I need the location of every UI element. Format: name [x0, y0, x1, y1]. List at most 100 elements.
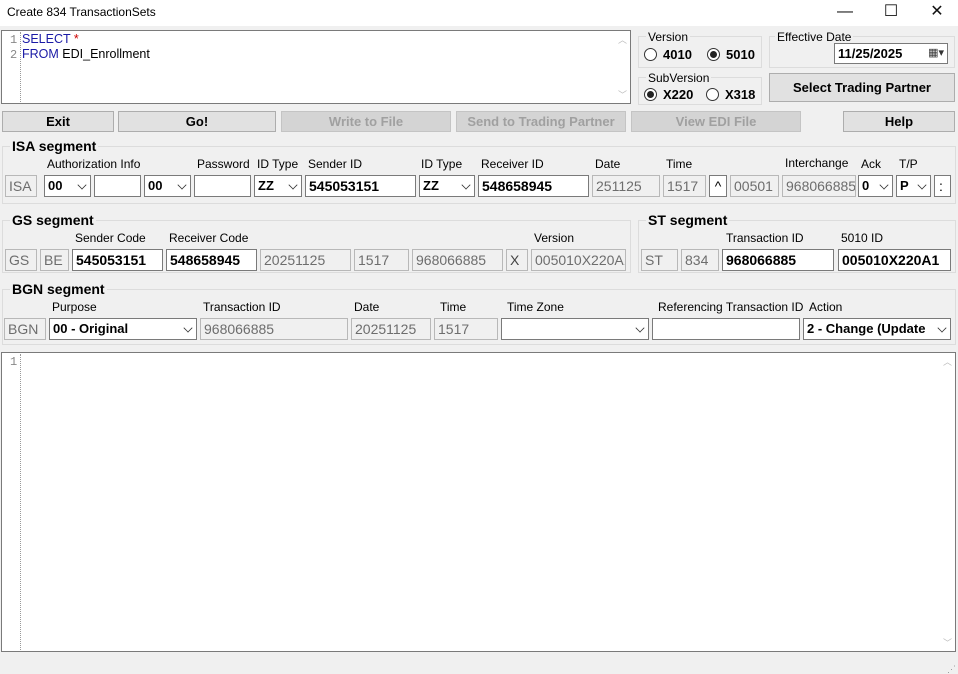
isa-seg-field[interactable]: ISA: [5, 175, 37, 197]
chevron-down-icon: [937, 323, 947, 333]
exit-button[interactable]: Exit: [2, 111, 114, 132]
sender-qualifier-value: ZZ: [258, 178, 274, 193]
version-4010-radio[interactable]: [644, 48, 657, 61]
gs-agency-field[interactable]: X: [506, 249, 528, 271]
sender-qualifier-select[interactable]: ZZ: [254, 175, 302, 197]
version-5010-radio[interactable]: [707, 48, 720, 61]
auth-qualifier-select[interactable]: 00: [44, 175, 91, 197]
sender-id-type-label: ID Type: [257, 157, 299, 171]
close-button[interactable]: ✕: [914, 0, 958, 26]
send-to-trading-partner-button[interactable]: Send to Trading Partner: [456, 111, 626, 132]
st-segment-title: ST segment: [646, 212, 730, 228]
auth-info-input[interactable]: [94, 175, 141, 197]
effective-date-picker[interactable]: 11/25/2025 ▦▾: [834, 43, 948, 64]
bgn-purpose-value: 00 - Original: [53, 321, 129, 336]
chevron-down-icon: [461, 180, 471, 190]
chevron-down-icon: [635, 323, 645, 333]
bgn-purpose-select[interactable]: 00 - Original: [49, 318, 197, 340]
bgn-ref-transaction-id-input[interactable]: [652, 318, 800, 340]
query-line-2: FROM EDI_Enrollment: [22, 47, 150, 61]
go-button[interactable]: Go!: [118, 111, 276, 132]
st-5010-id-input[interactable]: 005010X220A1: [838, 249, 951, 271]
scroll-down-icon[interactable]: ﹀: [943, 636, 952, 649]
st-transaction-id-label: Transaction ID: [726, 231, 804, 245]
gutter-line: [20, 354, 21, 650]
chevron-down-icon: [879, 180, 889, 190]
receiver-id-label: Receiver ID: [481, 157, 544, 171]
write-to-file-button[interactable]: Write to File: [281, 111, 451, 132]
isa-date-field[interactable]: 251125: [592, 175, 660, 197]
minimize-button[interactable]: —: [822, 0, 868, 26]
st-seg-field[interactable]: ST: [641, 249, 678, 271]
gs-time-field[interactable]: 1517: [354, 249, 409, 271]
bgn-seg-field[interactable]: BGN: [4, 318, 46, 340]
st-5010-id-label: 5010 ID: [841, 231, 884, 245]
gs-date-field[interactable]: 20251125: [260, 249, 351, 271]
view-edi-file-button[interactable]: View EDI File: [631, 111, 801, 132]
resize-grip-icon[interactable]: ⋰: [947, 665, 956, 674]
subversion-x220-radio[interactable]: [644, 88, 657, 101]
scroll-up-icon[interactable]: ︿: [618, 33, 627, 46]
chevron-down-icon: [77, 180, 87, 190]
isa-time-field[interactable]: 1517: [663, 175, 706, 197]
maximize-button[interactable]: ☐: [868, 0, 914, 26]
bgn-transaction-id-field[interactable]: 968066885: [200, 318, 348, 340]
gs-receiver-code-input[interactable]: 548658945: [166, 249, 257, 271]
password-qualifier-select[interactable]: 00: [144, 175, 191, 197]
bgn-time-zone-label: Time Zone: [507, 300, 564, 314]
receiver-qualifier-value: ZZ: [423, 178, 439, 193]
sql-keyword: SELECT: [22, 32, 71, 46]
tp-select[interactable]: P: [896, 175, 931, 197]
bgn-time-label: Time: [440, 300, 467, 314]
effective-date-title: Effective Date: [775, 30, 854, 44]
st-transaction-id-input[interactable]: 968066885: [722, 249, 834, 271]
component-separator-field[interactable]: :: [934, 175, 951, 197]
window-title: Create 834 TransactionSets: [7, 5, 156, 19]
interchange-control-field[interactable]: 968066885: [782, 175, 856, 197]
bgn-transaction-id-label: Transaction ID: [203, 300, 281, 314]
gs-seg-field[interactable]: GS: [5, 249, 37, 271]
scroll-down-icon[interactable]: ﹀: [618, 88, 627, 101]
scroll-up-icon[interactable]: ︿: [943, 355, 952, 368]
gs-control-field[interactable]: 968066885: [412, 249, 503, 271]
title-bar: Create 834 TransactionSets — ☐ ✕: [0, 0, 958, 26]
help-button[interactable]: Help: [843, 111, 955, 132]
sender-id-label: Sender ID: [308, 157, 363, 171]
calendar-icon[interactable]: ▦▾: [928, 45, 944, 61]
bgn-purpose-label: Purpose: [52, 300, 97, 314]
sender-id-input[interactable]: 545053151: [305, 175, 416, 197]
query-editor[interactable]: 1 2 SELECT * FROM EDI_Enrollment ︿ ﹀: [1, 30, 631, 104]
status-bar: ⋰: [0, 652, 958, 674]
bgn-time-field[interactable]: 1517: [434, 318, 498, 340]
select-trading-partner-button[interactable]: Select Trading Partner: [769, 73, 955, 102]
password-qualifier-value: 00: [148, 178, 163, 193]
gutter-line: [20, 32, 21, 102]
edi-output-editor[interactable]: 1 ︿ ﹀: [1, 352, 956, 652]
interchange-label: Interchange: [785, 156, 849, 170]
chevron-down-icon: [288, 180, 298, 190]
gs-version-label: Version: [534, 231, 575, 245]
password-input[interactable]: [194, 175, 251, 197]
ack-select[interactable]: 0: [858, 175, 893, 197]
bgn-action-value: 2 - Change (Update: [807, 321, 926, 336]
chevron-down-icon: [177, 180, 187, 190]
receiver-qualifier-select[interactable]: ZZ: [419, 175, 475, 197]
version-title: Version: [646, 30, 691, 44]
st-code-field[interactable]: 834: [681, 249, 719, 271]
subversion-x318-radio[interactable]: [706, 88, 719, 101]
chevron-down-icon: [183, 323, 193, 333]
bgn-action-select[interactable]: 2 - Change (Update: [803, 318, 951, 340]
gs-sender-code-input[interactable]: 545053151: [72, 249, 163, 271]
gs-version-field[interactable]: 005010X220A1: [531, 249, 626, 271]
tp-value: P: [900, 178, 909, 193]
sql-text: EDI_Enrollment: [58, 47, 150, 61]
gs-functional-id-field[interactable]: BE: [40, 249, 69, 271]
receiver-id-type-label: ID Type: [421, 157, 463, 171]
chevron-down-icon: [917, 180, 927, 190]
repetition-separator-field[interactable]: ^: [709, 175, 727, 197]
receiver-id-input[interactable]: 548658945: [478, 175, 589, 197]
query-line-1: SELECT *: [22, 32, 79, 46]
bgn-date-field[interactable]: 20251125: [351, 318, 431, 340]
bgn-time-zone-select[interactable]: [501, 318, 649, 340]
isa-version-field[interactable]: 00501: [730, 175, 779, 197]
